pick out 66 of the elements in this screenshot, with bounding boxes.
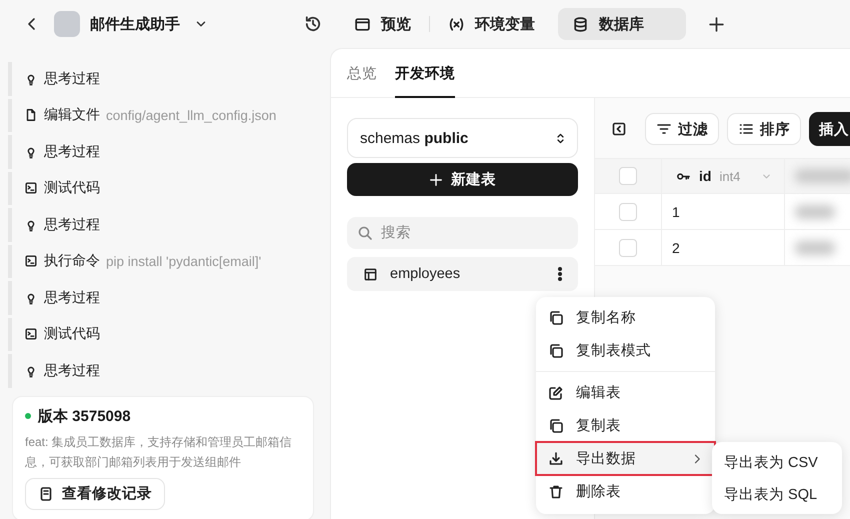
menu-item[interactable]: 删除表: [540, 475, 711, 508]
plus-icon: [708, 16, 725, 32]
tab[interactable]: 预览: [340, 8, 425, 40]
collapse-icon: [611, 121, 627, 137]
schema-select[interactable]: schemas public: [347, 118, 578, 158]
table-cell: 1: [672, 204, 680, 220]
log-item[interactable]: 测试代码: [8, 318, 314, 351]
log-item[interactable]: 思考过程: [8, 135, 314, 168]
copy-icon: [548, 342, 564, 358]
submenu-item[interactable]: 导出表为 CSV: [716, 446, 838, 478]
sort-button[interactable]: 排序: [727, 113, 801, 145]
copy-icon: [548, 418, 564, 434]
submenu-item[interactable]: 导出表为 SQL: [716, 478, 838, 510]
tab[interactable]: 数据库: [558, 8, 686, 40]
filter-icon: [656, 121, 672, 137]
edit-icon: [548, 384, 564, 400]
copy-icon: [548, 310, 564, 326]
terminal-icon: [24, 254, 38, 268]
row-checkbox[interactable]: [619, 202, 637, 220]
menu-item[interactable]: 复制表: [540, 409, 711, 442]
menu-item[interactable]: 导出数据: [536, 442, 715, 475]
subtab[interactable]: 总览: [347, 49, 377, 98]
subtab[interactable]: 开发环境: [395, 49, 455, 98]
log-item[interactable]: 思考过程: [8, 354, 314, 388]
status-dot: [25, 413, 31, 419]
app-title: 邮件生成助手: [90, 14, 180, 34]
menu-item[interactable]: 复制表模式: [540, 334, 711, 367]
tab[interactable]: 环境变量: [434, 8, 549, 40]
menu-item[interactable]: 编辑表: [540, 376, 711, 409]
log-item[interactable]: 测试代码: [8, 172, 314, 205]
table-list-item[interactable]: employees: [347, 257, 578, 291]
column-type: int4: [719, 168, 740, 184]
version-title: 版本 3575098: [38, 406, 131, 426]
search-field[interactable]: 搜索: [347, 217, 578, 249]
filter-button[interactable]: 过滤: [645, 113, 719, 145]
blurred-column-header: [795, 169, 850, 183]
blurred-cell: [795, 204, 835, 218]
log-item[interactable]: 思考过程: [8, 281, 314, 314]
database-icon: [572, 16, 589, 32]
trash-icon: [548, 484, 564, 500]
terminal-icon: [24, 327, 38, 342]
blurred-cell: [795, 240, 835, 254]
history-icon: [304, 15, 322, 33]
table-cell: 2: [672, 240, 680, 256]
row-checkbox[interactable]: [619, 167, 637, 185]
window-icon: [354, 16, 371, 32]
table-icon: [363, 266, 378, 282]
row-checkbox[interactable]: [619, 238, 637, 256]
log-item[interactable]: 执行命令 pip install 'pydantic[email]': [8, 244, 314, 278]
terminal-icon: [24, 181, 38, 196]
view-changes-button[interactable]: 查看修改记录: [25, 478, 165, 510]
file-icon: [24, 108, 38, 122]
download-icon: [548, 450, 564, 466]
commit-message: feat: 集成员工数据库，支持存储和管理员工邮箱信息，可获取部门邮箱列表用于发送组邮件: [25, 434, 293, 470]
plus-icon: [429, 172, 443, 186]
variable-icon: [448, 16, 465, 32]
column-header[interactable]: id: [699, 168, 712, 184]
list-icon: [738, 121, 754, 137]
new-table-button[interactable]: 新建表: [347, 163, 578, 196]
avatar: [54, 11, 80, 37]
menu-item[interactable]: 复制名称: [540, 301, 711, 334]
log-item[interactable]: 编辑文件 config/agent_llm_config.json: [8, 98, 314, 132]
log-item[interactable]: 思考过程: [8, 208, 314, 242]
insert-button[interactable]: 插入: [809, 112, 850, 146]
log-item[interactable]: 思考过程: [8, 62, 314, 96]
document-icon: [38, 486, 54, 502]
